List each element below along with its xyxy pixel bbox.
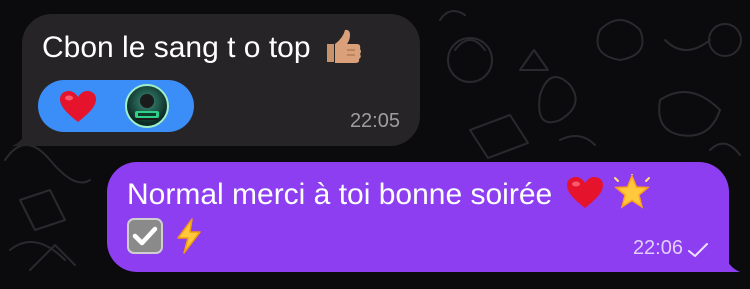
bubble-tail: [12, 124, 38, 146]
message-timestamp: 22:05: [349, 110, 400, 132]
avatar-image-icon: [135, 94, 159, 120]
message-text: Cbon le sang t o top: [42, 28, 361, 67]
thumbs-up-emoji-icon: [326, 29, 361, 63]
check-icon: [688, 243, 708, 257]
outgoing-message-bubble[interactable]: Normal merci à toi bonne soirée 22:06: [107, 162, 740, 272]
heart-reaction-icon[interactable]: [60, 91, 96, 123]
check-mark-button-emoji-icon: [127, 218, 163, 254]
message-timestamp: 22:06: [632, 237, 683, 259]
message-text: Normal merci à toi bonne soirée: [127, 173, 651, 214]
reactions-pill[interactable]: [38, 80, 194, 132]
message-text-line2: [127, 218, 203, 258]
glowing-star-emoji-icon: [613, 173, 650, 209]
red-heart-emoji-icon: [566, 177, 603, 208]
incoming-message-bubble[interactable]: Cbon le sang t o top 22:05: [12, 14, 420, 146]
bubble-tail: [714, 250, 740, 272]
high-voltage-emoji-icon: [177, 218, 202, 254]
reactor-avatar[interactable]: [125, 84, 169, 128]
